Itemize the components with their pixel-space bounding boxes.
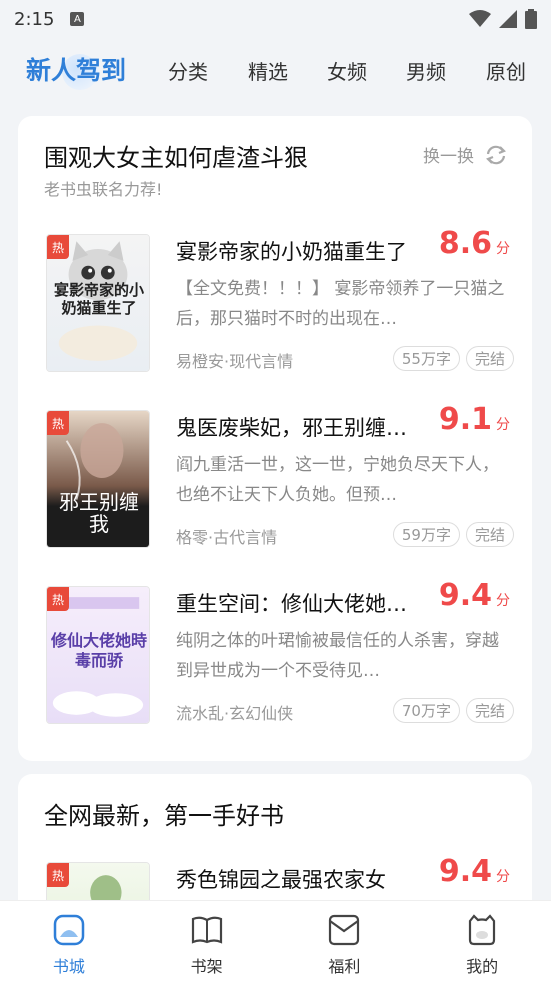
hot-badge: 热 bbox=[47, 587, 69, 611]
book-meta: 易橙安·现代言情 bbox=[176, 352, 294, 371]
book-score: 9.4 分 bbox=[439, 854, 510, 889]
book-cover[interactable]: 热 邪王别缠我 bbox=[46, 410, 150, 548]
book-description: 【全文免费！！！】 宴影帝领养了一只猫之后，那只猫时不时的出现在… bbox=[176, 279, 505, 329]
tab-male[interactable]: 男频 bbox=[406, 56, 446, 85]
nav-label: 福利 bbox=[328, 957, 361, 976]
book-tags: 70万字 完结 bbox=[392, 698, 514, 723]
book-title: 鬼医废柴妃，邪王别缠… bbox=[176, 416, 407, 440]
word-count-tag: 55万字 bbox=[392, 346, 460, 371]
welfare-icon bbox=[329, 914, 360, 946]
book-title: 秀色锦园之最强农家女 bbox=[176, 868, 386, 892]
top-tab-bar: 新人驾到 分类 精选 女频 男频 原创 bbox=[0, 44, 551, 96]
word-count-tag: 59万字 bbox=[392, 522, 460, 547]
battery-icon bbox=[525, 9, 537, 29]
status-tag: 完结 bbox=[465, 346, 514, 371]
status-bar: 2:15 A bbox=[0, 0, 551, 38]
nav-label: 书架 bbox=[190, 957, 223, 976]
profile-icon bbox=[469, 914, 496, 946]
score-unit: 分 bbox=[496, 869, 510, 885]
hot-badge: 热 bbox=[47, 411, 69, 435]
refresh-button[interactable]: 换一换 bbox=[423, 142, 508, 167]
section-title: 围观大女主如何虐渣斗狠 bbox=[44, 144, 308, 172]
cover-title: 修仙大佬她時毒而骄 bbox=[51, 631, 148, 670]
book-title: 重生空间：修仙大佬她… bbox=[176, 592, 407, 616]
book-cover[interactable]: 热 宴影帝家的小奶猫重生了 bbox=[46, 234, 150, 372]
tab-original[interactable]: 原创 bbox=[486, 56, 526, 85]
status-time: 2:15 bbox=[14, 8, 55, 30]
score-unit: 分 bbox=[496, 417, 510, 433]
hot-badge: 热 bbox=[47, 235, 69, 259]
refresh-icon bbox=[486, 145, 506, 164]
book-title: 宴影帝家的小奶猫重生了 bbox=[176, 240, 407, 264]
bookstore-icon bbox=[53, 914, 85, 946]
score-unit: 分 bbox=[496, 241, 510, 257]
book-description: 阎九重活一世，这一世，宁她负尽天下人，也绝不让天下人负她。但预… bbox=[176, 455, 499, 505]
book-meta: 格零·古代言情 bbox=[176, 528, 278, 547]
book-item[interactable]: 热 修仙大佬她時毒而骄 重生空间：修仙大佬她… 9.4 分 纯阴之体的叶珺愉被最… bbox=[46, 578, 514, 726]
signal-icon bbox=[499, 10, 517, 28]
nav-profile[interactable]: 我的 bbox=[413, 901, 551, 981]
nav-welfare[interactable]: 福利 bbox=[276, 901, 414, 981]
score-value: 9.4 bbox=[438, 854, 492, 889]
book-cover[interactable]: 热 修仙大佬她時毒而骄 bbox=[46, 586, 150, 724]
nav-bookstore[interactable]: 书城 bbox=[0, 901, 138, 981]
score-unit: 分 bbox=[496, 593, 510, 609]
book-score: 9.4 分 bbox=[439, 578, 510, 613]
cover-title: 宴影帝家的小奶猫重生了 bbox=[53, 281, 144, 317]
tab-featured[interactable]: 精选 bbox=[248, 56, 288, 85]
bottom-navigation: 书城 书架 福利 我的 bbox=[0, 900, 551, 981]
nav-label: 我的 bbox=[466, 957, 499, 976]
nav-label: 书城 bbox=[52, 957, 85, 976]
book-tags: 55万字 完结 bbox=[392, 346, 514, 371]
book-description: 纯阴之体的叶珺愉被最信任的人杀害，穿越到异世成为一个不受待见… bbox=[176, 631, 499, 681]
book-score: 8.6 分 bbox=[439, 226, 510, 261]
status-indicators bbox=[469, 9, 537, 29]
word-count-tag: 70万字 bbox=[392, 698, 460, 723]
book-item[interactable]: 热 宴影帝家的小奶猫重生了 宴影帝家的小奶猫重生了 8.6 分 【全文免费！！！… bbox=[46, 226, 514, 374]
tab-category[interactable]: 分类 bbox=[168, 56, 208, 85]
book-tags: 59万字 完结 bbox=[392, 522, 514, 547]
score-value: 8.6 bbox=[438, 226, 492, 261]
section-card-recommend: 围观大女主如何虐渣斗狠 老书虫联名力荐! 换一换 热 宴影帝家的小奶猫重生了 宴… bbox=[18, 116, 532, 761]
tab-female[interactable]: 女频 bbox=[327, 56, 367, 85]
book-score: 9.1 分 bbox=[439, 402, 510, 437]
status-tag: 完结 bbox=[465, 698, 514, 723]
refresh-label: 换一换 bbox=[423, 147, 474, 167]
score-value: 9.1 bbox=[438, 402, 492, 437]
notification-a-icon: A bbox=[70, 12, 85, 26]
status-tag: 完结 bbox=[465, 522, 514, 547]
wifi-icon bbox=[469, 10, 491, 27]
hot-badge: 热 bbox=[47, 863, 69, 887]
tab-newcomer[interactable]: 新人驾到 bbox=[26, 51, 126, 87]
score-value: 9.4 bbox=[438, 578, 492, 613]
section-subtitle: 老书虫联名力荐! bbox=[44, 180, 163, 199]
book-meta: 流水乱·玄幻仙侠 bbox=[176, 704, 294, 723]
section-title: 全网最新，第一手好书 bbox=[44, 802, 284, 830]
book-item[interactable]: 热 邪王别缠我 鬼医废柴妃，邪王别缠… 9.1 分 阎九重活一世，这一世，宁她负… bbox=[46, 402, 514, 550]
cover-title: 邪王别缠我 bbox=[59, 490, 139, 536]
nav-bookshelf[interactable]: 书架 bbox=[138, 901, 276, 981]
bookshelf-icon bbox=[191, 916, 222, 944]
